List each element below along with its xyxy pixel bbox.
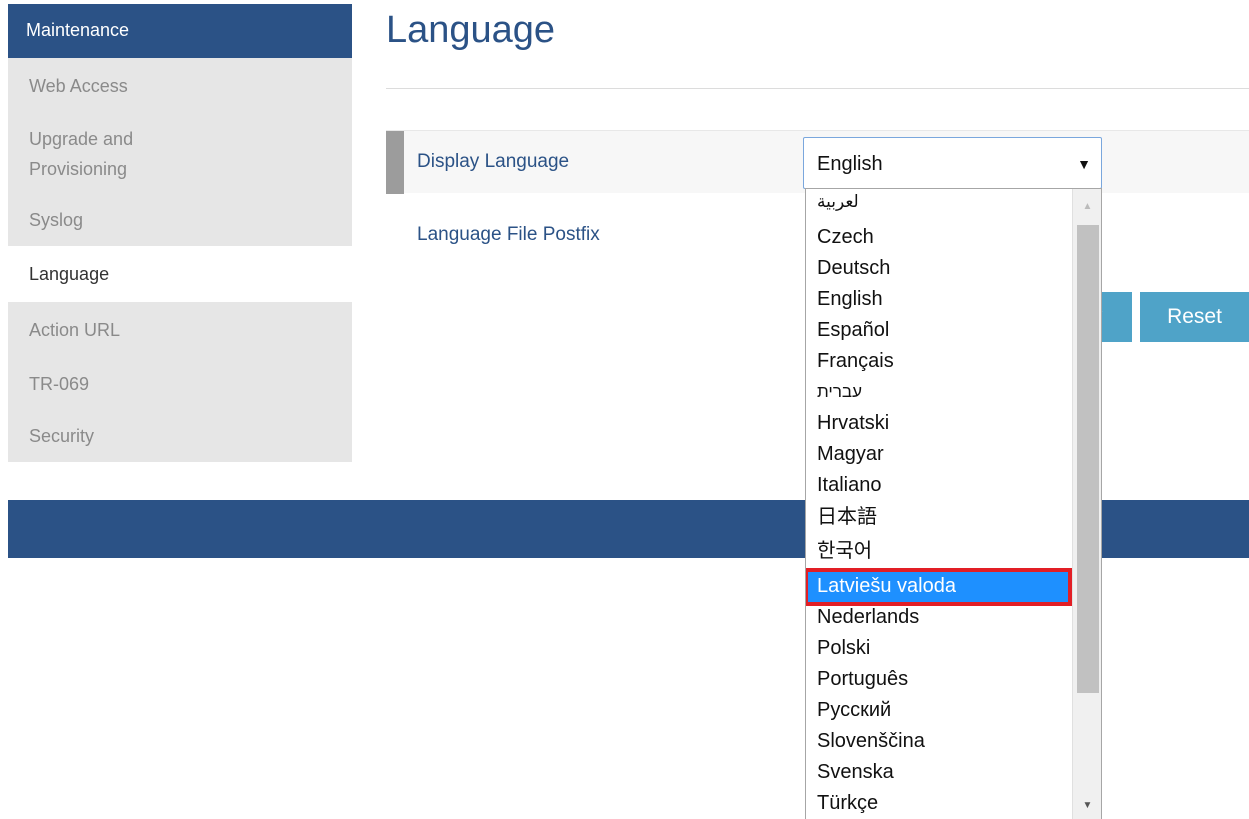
sidebar-header-maintenance[interactable]: Maintenance: [8, 4, 352, 58]
language-option[interactable]: Slovenščina: [806, 726, 1072, 757]
title-divider: [386, 88, 1249, 89]
language-option[interactable]: Deutsch: [806, 253, 1072, 284]
sidebar-item-tr-069[interactable]: TR-069: [8, 358, 352, 410]
sidebar-item-security[interactable]: Security: [8, 410, 352, 462]
language-option[interactable]: Svenska: [806, 757, 1072, 788]
language-option[interactable]: لعربية: [806, 191, 1072, 215]
language-option[interactable]: English: [806, 284, 1072, 315]
row-marker: [386, 131, 404, 194]
scroll-up-arrow-icon[interactable]: ▲: [1073, 193, 1101, 221]
language-option[interactable]: Türkçe: [806, 788, 1072, 819]
language-option[interactable]: Magyar: [806, 439, 1072, 470]
language-option[interactable]: 日本語: [806, 502, 1072, 533]
scrollbar-thumb[interactable]: [1077, 225, 1099, 693]
display-language-select[interactable]: English ▼: [803, 137, 1102, 189]
language-option[interactable]: Nederlands: [806, 602, 1072, 633]
language-option[interactable]: Czech: [806, 222, 1072, 253]
display-language-label: Display Language: [417, 151, 570, 172]
sidebar-item-language[interactable]: Language: [8, 246, 352, 302]
language-option[interactable]: Hrvatski: [806, 408, 1072, 439]
language-option[interactable]: Italiano: [806, 470, 1072, 501]
triangle-down-icon: ▼: [1077, 156, 1091, 172]
sidebar-item-upgrade-provisioning[interactable]: Upgrade and Provisioning: [8, 114, 352, 194]
language-option[interactable]: Español: [806, 315, 1072, 346]
language-option[interactable]: Polski: [806, 633, 1072, 664]
language-option[interactable]: Русский: [806, 695, 1072, 726]
language-option[interactable]: עברית: [806, 377, 1072, 408]
display-language-value: English: [817, 153, 883, 175]
sidebar-item-syslog[interactable]: Syslog: [8, 194, 352, 246]
sidebar-item-web-access[interactable]: Web Access: [8, 58, 352, 114]
language-option-highlighted[interactable]: Latviešu valoda: [806, 568, 1072, 606]
sidebar: Maintenance Web Access Upgrade and Provi…: [8, 4, 352, 462]
language-option[interactable]: Français: [806, 346, 1072, 377]
language-file-postfix-label: Language File Postfix: [417, 224, 600, 245]
dropdown-scrollbar[interactable]: ▲ ▼: [1072, 189, 1101, 819]
scroll-down-arrow-icon[interactable]: ▼: [1073, 792, 1101, 819]
language-option[interactable]: 한국어: [806, 536, 1072, 567]
page-title: Language: [386, 9, 556, 51]
language-dropdown-list[interactable]: لعربية Czech Deutsch English Español Fra…: [805, 188, 1102, 819]
language-option[interactable]: Português: [806, 664, 1072, 695]
sidebar-list: Web Access Upgrade and Provisioning Sysl…: [8, 58, 352, 462]
reset-button[interactable]: Reset: [1140, 292, 1249, 342]
sidebar-item-action-url[interactable]: Action URL: [8, 302, 352, 358]
